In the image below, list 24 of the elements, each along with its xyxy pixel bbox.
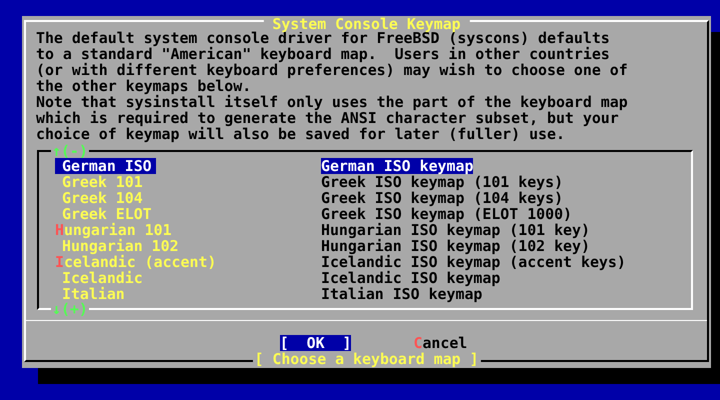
keymap-item[interactable]: Greek 101 bbox=[55, 174, 147, 190]
keymap-description: German ISO keymap bbox=[321, 158, 474, 174]
keymap-item[interactable]: Icelandic bbox=[55, 270, 147, 286]
keymap-item[interactable]: Greek 104 bbox=[55, 190, 147, 206]
keymap-description: Greek ISO keymap (101 keys) bbox=[321, 174, 564, 190]
keymap-description: Hungarian ISO keymap (102 key) bbox=[321, 238, 590, 254]
scroll-up-indicator[interactable]: ↑(-) bbox=[51, 143, 89, 159]
keymap-item[interactable]: Hungarian 101 bbox=[55, 222, 176, 238]
keymap-description: Icelandic ISO keymap bbox=[321, 270, 500, 286]
keymap-description: Icelandic ISO keymap (accent keys) bbox=[321, 254, 626, 270]
dialog-title: System Console Keymap bbox=[263, 16, 470, 32]
keymap-description: Hungarian ISO keymap (101 key) bbox=[321, 222, 590, 238]
keymap-item[interactable]: Italian bbox=[55, 286, 129, 302]
keymap-description: Greek ISO keymap (ELOT 1000) bbox=[321, 206, 572, 222]
keymap-item[interactable]: Greek ELOT bbox=[55, 206, 156, 222]
keymap-item[interactable]: German ISO bbox=[55, 158, 156, 174]
keymap-item[interactable]: Icelandic (accent) bbox=[55, 254, 220, 270]
keymap-description: Greek ISO keymap (104 keys) bbox=[321, 190, 564, 206]
status-hint: [ Choose a keyboard map ] bbox=[252, 351, 481, 367]
scroll-down-indicator[interactable]: ↓(+) bbox=[51, 301, 89, 317]
keymap-description: Italian ISO keymap bbox=[321, 286, 482, 302]
ok-button[interactable]: [ OK ] bbox=[280, 335, 352, 351]
cancel-button[interactable]: Cancel bbox=[413, 335, 468, 351]
keymap-item[interactable]: Hungarian 102 bbox=[55, 238, 183, 254]
